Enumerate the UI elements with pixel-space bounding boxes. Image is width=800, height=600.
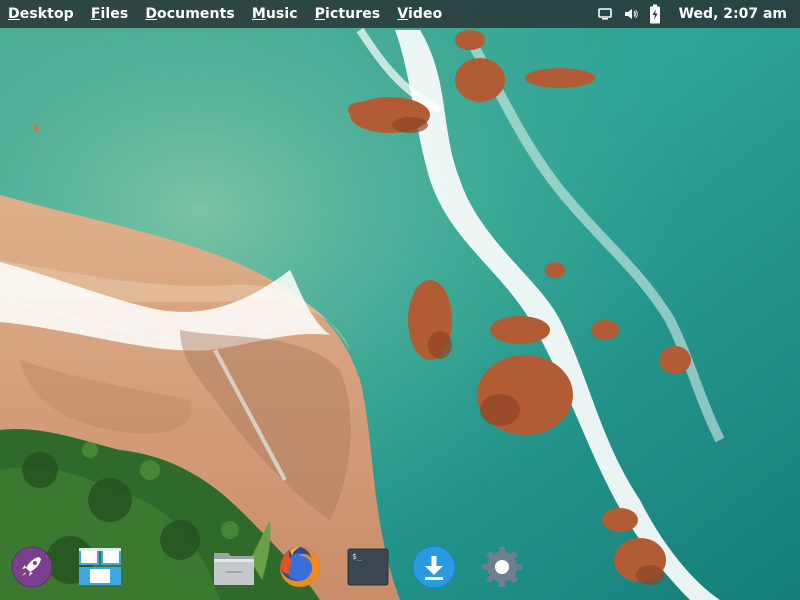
rocket-icon bbox=[11, 546, 53, 588]
place-documents-mnemonic: D bbox=[145, 6, 158, 22]
place-music-mnemonic: M bbox=[251, 6, 266, 22]
place-pictures-rest: ictures bbox=[325, 6, 381, 22]
gear-icon bbox=[482, 547, 522, 587]
sound-indicator[interactable] bbox=[623, 0, 639, 28]
display-indicator[interactable] bbox=[597, 0, 613, 28]
firefox-icon bbox=[280, 547, 320, 587]
place-documents-rest: ocuments bbox=[157, 6, 235, 22]
desktop[interactable]: Desktop Files Documents Music Pictures V… bbox=[0, 0, 800, 600]
dock-settings-button[interactable] bbox=[480, 545, 524, 589]
places-menu: Desktop Files Documents Music Pictures V… bbox=[0, 6, 459, 22]
speaker-volume-icon bbox=[624, 9, 638, 19]
place-documents-link[interactable]: Documents bbox=[145, 6, 235, 22]
top-panel: Desktop Files Documents Music Pictures V… bbox=[0, 0, 800, 28]
terminal-prompt: $_ bbox=[352, 552, 362, 561]
panel-indicators: Wed, 2:07 am bbox=[597, 0, 800, 28]
place-pictures-mnemonic: P bbox=[314, 6, 326, 22]
folder-icon bbox=[214, 553, 254, 585]
multitasking-view-icon bbox=[79, 548, 121, 585]
place-desktop-link[interactable]: Desktop bbox=[8, 6, 74, 22]
battery-indicator[interactable] bbox=[649, 0, 661, 28]
place-files-rest: iles bbox=[100, 6, 129, 22]
dock-files-button[interactable] bbox=[212, 545, 256, 589]
battery-charging-icon bbox=[649, 4, 660, 24]
place-music-rest: usic bbox=[265, 6, 298, 22]
dock-terminal-button[interactable]: $_ bbox=[346, 545, 390, 589]
place-pictures-link[interactable]: Pictures bbox=[315, 6, 381, 22]
download-icon bbox=[412, 545, 456, 589]
place-desktop-rest: esktop bbox=[19, 6, 74, 22]
place-desktop-mnemonic: D bbox=[8, 6, 20, 22]
place-video-rest: ideo bbox=[407, 6, 443, 22]
place-video-link[interactable]: Video bbox=[397, 6, 442, 22]
place-music-link[interactable]: Music bbox=[252, 6, 298, 22]
place-video-mnemonic: V bbox=[397, 6, 408, 22]
place-files-link[interactable]: Files bbox=[91, 6, 129, 22]
dock-launcher-button[interactable] bbox=[10, 545, 54, 589]
dock-multitasking-button[interactable] bbox=[78, 545, 122, 589]
dock-firefox-button[interactable] bbox=[278, 545, 322, 589]
clock[interactable]: Wed, 2:07 am bbox=[679, 6, 787, 22]
terminal-icon: $_ bbox=[347, 548, 389, 586]
display-icon bbox=[597, 8, 612, 20]
dock-downloads-button[interactable] bbox=[412, 545, 456, 589]
wallpaper bbox=[0, 0, 800, 600]
